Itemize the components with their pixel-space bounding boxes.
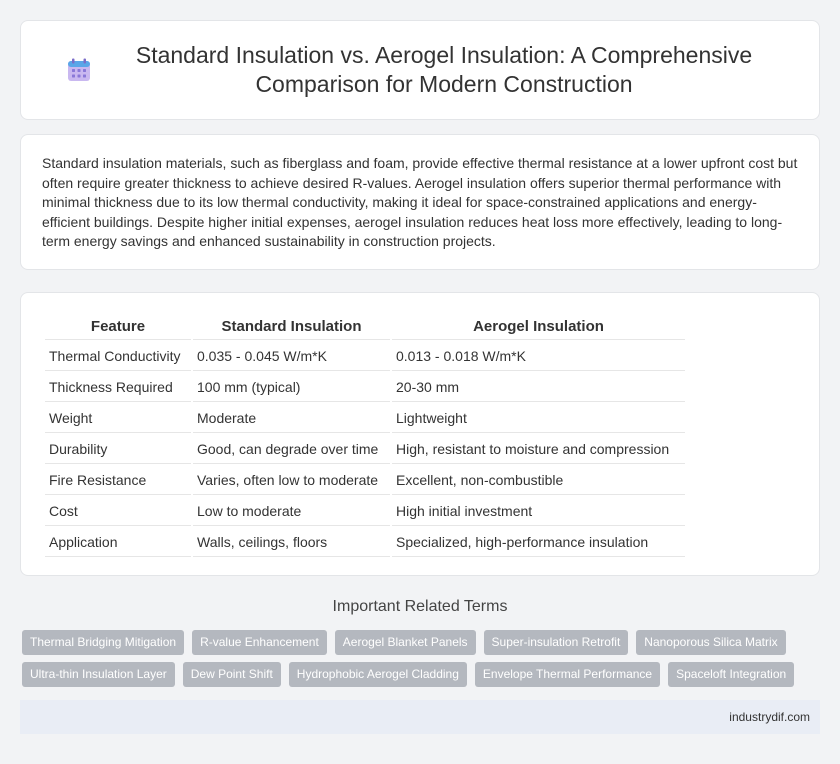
table-row: Durability Good, can degrade over time H… (45, 435, 685, 464)
page-title: Standard Insulation vs. Aerogel Insulati… (135, 42, 753, 97)
table-row: Thermal Conductivity 0.035 - 0.045 W/m*K… (45, 342, 685, 371)
tag-link[interactable]: Ultra-thin Insulation Layer (22, 662, 175, 687)
row-standard: Moderate (193, 404, 390, 433)
title-wrap: Standard Insulation vs. Aerogel Insulati… (66, 41, 774, 99)
tag-link[interactable]: Dew Point Shift (182, 662, 281, 687)
tag-link[interactable]: Hydrophobic Aerogel Cladding (288, 662, 467, 687)
table-row: Application Walls, ceilings, floors Spec… (45, 528, 685, 557)
header-feature: Feature (45, 314, 191, 340)
row-aerogel: Lightweight (392, 404, 685, 433)
table-row: Weight Moderate Lightweight (45, 404, 685, 433)
calendar-icon (66, 57, 92, 83)
row-aerogel: Excellent, non-combustible (392, 466, 685, 495)
row-aerogel: 0.013 - 0.018 W/m*K (392, 342, 685, 371)
row-standard: 0.035 - 0.045 W/m*K (193, 342, 390, 371)
tag-link[interactable]: Spaceloft Integration (668, 662, 795, 687)
row-standard: 100 mm (typical) (193, 373, 390, 402)
row-feature: Cost (45, 497, 191, 526)
row-standard: Low to moderate (193, 497, 390, 526)
tag-link[interactable]: Nanoporous Silica Matrix (636, 630, 786, 655)
table-row: Cost Low to moderate High initial invest… (45, 497, 685, 526)
row-aerogel: High, resistant to moisture and compress… (392, 435, 685, 464)
row-feature: Application (45, 528, 191, 557)
row-feature: Thermal Conductivity (45, 342, 191, 371)
header-aerogel: Aerogel Insulation (392, 314, 685, 340)
row-standard: Varies, often low to moderate (193, 466, 390, 495)
row-aerogel: Specialized, high-performance insulation (392, 528, 685, 557)
row-feature: Fire Resistance (45, 466, 191, 495)
tag-row: Thermal Bridging Mitigation R-value Enha… (22, 630, 812, 655)
row-aerogel: 20-30 mm (392, 373, 685, 402)
row-standard: Walls, ceilings, floors (193, 528, 390, 557)
tag-link[interactable]: Envelope Thermal Performance (474, 662, 661, 687)
comparison-card: Feature Standard Insulation Aerogel Insu… (20, 292, 820, 576)
title-card: Standard Insulation vs. Aerogel Insulati… (20, 20, 820, 120)
row-aerogel: High initial investment (392, 497, 685, 526)
row-feature: Thickness Required (45, 373, 191, 402)
tag-link[interactable]: Aerogel Blanket Panels (334, 630, 476, 655)
description-text: Standard insulation materials, such as f… (42, 155, 798, 249)
footer-site[interactable]: industrydif.com (729, 710, 810, 724)
row-standard: Good, can degrade over time (193, 435, 390, 464)
description-card: Standard insulation materials, such as f… (20, 134, 820, 270)
tag-link[interactable]: R-value Enhancement (192, 630, 327, 655)
table-row: Thickness Required 100 mm (typical) 20-3… (45, 373, 685, 402)
table-header-row: Feature Standard Insulation Aerogel Insu… (45, 314, 685, 340)
header-standard: Standard Insulation (193, 314, 390, 340)
footer: industrydif.com (20, 700, 820, 734)
tag-link[interactable]: Super-insulation Retrofit (483, 630, 629, 655)
related-terms-heading: Important Related Terms (332, 598, 508, 615)
table-row: Fire Resistance Varies, often low to mod… (45, 466, 685, 495)
row-feature: Weight (45, 404, 191, 433)
row-feature: Durability (45, 435, 191, 464)
tag-row: Ultra-thin Insulation Layer Dew Point Sh… (22, 662, 812, 687)
tag-link[interactable]: Thermal Bridging Mitigation (22, 630, 185, 655)
comparison-table: Feature Standard Insulation Aerogel Insu… (43, 312, 687, 559)
related-terms-tags: Thermal Bridging Mitigation R-value Enha… (22, 630, 812, 694)
